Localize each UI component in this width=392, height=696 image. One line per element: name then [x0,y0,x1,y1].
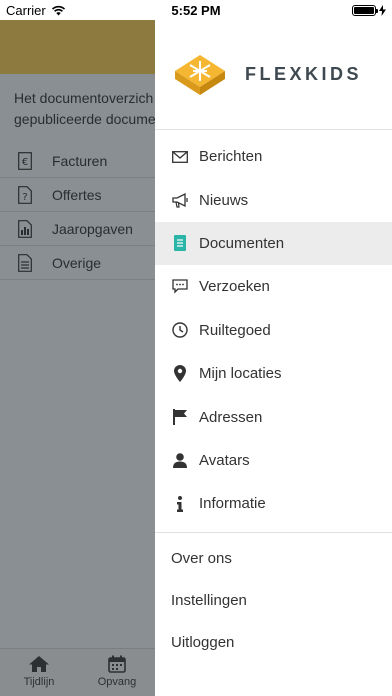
menu-item-informatie[interactable]: Informatie [155,482,392,525]
category-label: Offertes [52,186,102,203]
info-icon [171,495,189,513]
map-pin-icon [171,365,189,383]
category-label: Overige [52,254,102,271]
menu-item-label: Mijn locaties [199,365,282,383]
tab-label: Opvang [97,676,137,688]
charging-icon [379,4,386,16]
wifi-icon [51,5,65,15]
tab-tijdlijn[interactable]: Tijdlijn [0,655,78,688]
svg-text:?: ? [22,192,27,203]
drawer-footer-menu: Over ons Instellingen Uitloggen [155,533,392,664]
calendar-icon [108,655,126,673]
home-icon [29,656,49,672]
menu-item-label: Uitloggen [171,634,235,652]
flag-icon [171,408,189,426]
menu-item-uitloggen[interactable]: Uitloggen [155,622,392,664]
menu-item-documenten[interactable]: Documenten [155,221,392,266]
menu-item-instellingen[interactable]: Instellingen [155,580,392,622]
menu-item-mijn-locaties[interactable]: Mijn locaties [155,352,392,395]
drawer-header: FLEXKIDS [155,20,392,130]
tab-label: Tijdlijn [23,676,55,688]
menu-item-over-ons[interactable]: Over ons [155,538,392,580]
euro-doc-icon: € [16,151,34,171]
menu-item-label: Informatie [199,495,266,513]
status-left: Carrier [6,3,66,18]
menu-item-label: Over ons [171,550,232,568]
user-icon [171,451,189,469]
menu-item-label: Nieuws [199,191,249,209]
navigation-drawer: FLEXKIDS Berichten Nieuws Documenten Ver… [155,20,392,696]
menu-item-adressen[interactable]: Adressen [155,395,392,438]
menu-item-verzoeken[interactable]: Verzoeken [155,265,392,308]
chat-icon [171,278,189,296]
tab-opvang[interactable]: Opvang [78,655,156,688]
bar-chart-doc-icon [16,219,34,239]
menu-item-label: Instellingen [171,592,247,610]
menu-item-label: Adressen [199,408,263,426]
carrier-label: Carrier [6,2,46,18]
megaphone-icon [171,191,189,209]
menu-item-label: Documenten [199,234,285,252]
menu-item-label: Ruiltegoed [199,321,271,339]
flexkids-logo-icon [175,54,225,95]
menu-item-avatars[interactable]: Avatars [155,439,392,482]
document-icon [171,234,189,252]
brand-name: FLEXKIDS [245,64,363,84]
menu-item-ruiltegoed[interactable]: Ruiltegoed [155,309,392,352]
text-doc-icon [16,253,34,273]
menu-item-berichten[interactable]: Berichten [155,135,392,178]
menu-item-label: Verzoeken [199,278,270,296]
envelope-icon [171,148,189,166]
clock-icon [171,321,189,339]
menu-item-nieuws[interactable]: Nieuws [155,178,392,221]
status-right [352,4,386,16]
question-doc-icon: ? [16,185,34,205]
svg-text:€: € [22,157,28,168]
category-label: Jaaropgaven [52,220,133,237]
drawer-menu: Berichten Nieuws Documenten Verzoeken Ru… [155,130,392,526]
menu-item-label: Avatars [199,451,250,469]
status-bar: Carrier 5:52 PM [0,0,392,20]
category-label: Facturen [52,152,108,169]
battery-icon [352,4,378,16]
menu-item-label: Berichten [199,148,263,166]
